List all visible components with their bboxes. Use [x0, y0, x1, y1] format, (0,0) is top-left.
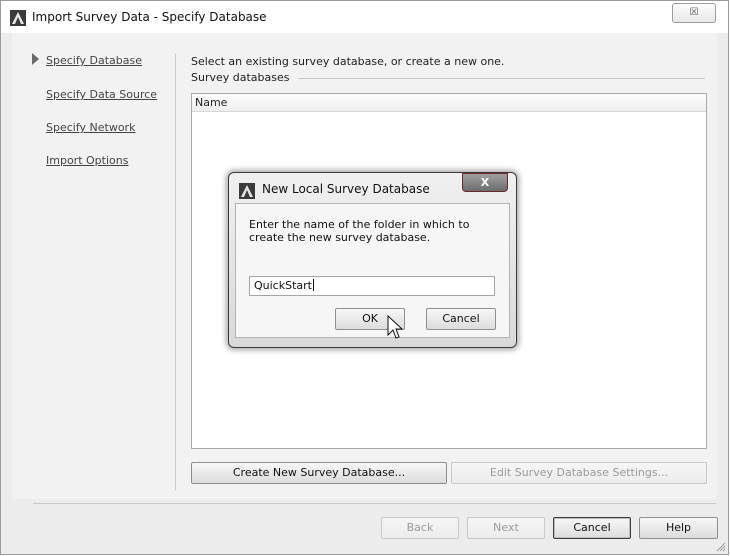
resize-grip-icon[interactable] — [716, 542, 726, 552]
dialog-app-icon — [239, 183, 255, 199]
current-step-arrow-icon — [32, 53, 39, 65]
column-header-name[interactable]: Name — [192, 94, 706, 112]
edit-survey-database-settings-button[interactable]: Edit Survey Database Settings... — [451, 462, 707, 484]
survey-databases-label: Survey databases — [191, 71, 298, 84]
dialog-close-button[interactable]: X — [462, 173, 508, 192]
window-title: Import Survey Data - Specify Database — [32, 10, 267, 24]
nav-item-specify-data-source[interactable]: Specify Data Source — [46, 88, 157, 101]
close-icon: ☒ — [689, 7, 699, 18]
wizard-nav: Specify Database Specify Data Source Spe… — [12, 33, 172, 499]
nav-item-specify-network[interactable]: Specify Network — [46, 121, 135, 134]
mouse-pointer-icon — [387, 315, 404, 339]
nav-item-specify-database[interactable]: Specify Database — [46, 54, 142, 67]
footer-divider — [33, 503, 716, 504]
app-icon — [10, 10, 26, 26]
folder-name-value: QuickStart — [254, 279, 312, 292]
next-button[interactable]: Next — [467, 517, 545, 539]
back-button[interactable]: Back — [381, 517, 459, 539]
help-button[interactable]: Help — [639, 517, 718, 539]
dialog-title: New Local Survey Database — [262, 182, 430, 196]
nav-item-import-options[interactable]: Import Options — [46, 154, 128, 167]
instruction-text: Select an existing survey database, or c… — [191, 55, 505, 68]
title-bar: Import Survey Data - Specify Database ☒ — [1, 1, 728, 33]
create-new-survey-database-button[interactable]: Create New Survey Database... — [191, 462, 447, 484]
cancel-button[interactable]: Cancel — [553, 517, 631, 539]
window-close-button[interactable]: ☒ — [672, 3, 716, 23]
close-icon: X — [480, 176, 490, 189]
text-caret — [312, 279, 314, 291]
group-divider — [288, 78, 705, 79]
folder-name-input[interactable]: QuickStart — [249, 276, 495, 296]
dialog-cancel-button[interactable]: Cancel — [426, 308, 496, 330]
nav-divider — [175, 53, 176, 491]
dialog-prompt: Enter the name of the folder in which to… — [249, 218, 470, 244]
dialog-body: Enter the name of the folder in which to… — [235, 203, 510, 338]
new-local-survey-database-dialog: New Local Survey Database X Enter the na… — [228, 172, 517, 348]
